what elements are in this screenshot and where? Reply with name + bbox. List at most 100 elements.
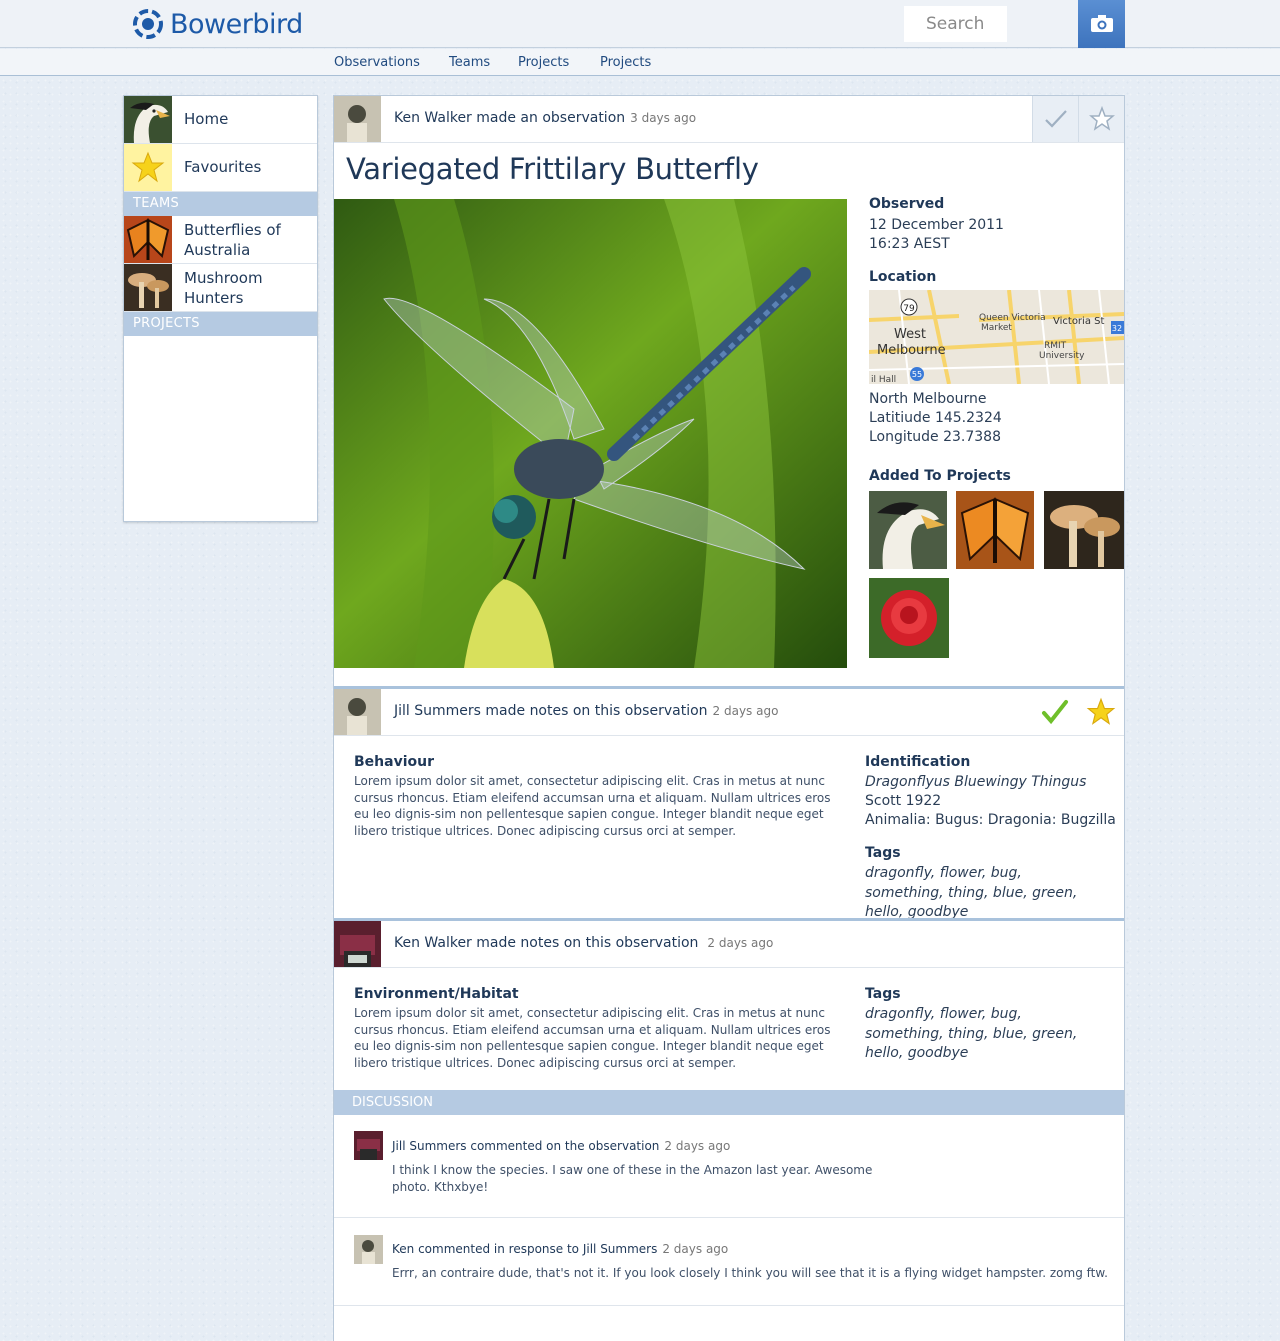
activity-author[interactable]: Ken Walker made an observation	[394, 110, 625, 126]
teams-header: TEAMS	[124, 192, 317, 216]
logo-text: Bowerbird	[170, 8, 303, 40]
observed-date: 12 December 2011	[869, 217, 1004, 233]
sub-nav: Observations Teams Projects Projects	[0, 49, 1280, 76]
star-icon[interactable]	[1086, 697, 1116, 727]
add-observation-button[interactable]	[1078, 0, 1125, 48]
timestamp: 2 days ago	[712, 704, 779, 718]
observation-title: Variegated Frittilary Butterfly	[346, 152, 759, 186]
discussion-header: DISCUSSION	[334, 1090, 1124, 1115]
map-label-west: West	[894, 327, 926, 342]
identification-taxonomy: Animalia: Bugus: Dragonia: Bugzilla	[865, 812, 1116, 828]
sidebar-item-team-butterflies[interactable]: Butterflies of Australia	[124, 216, 317, 264]
favourite-button[interactable]	[1078, 96, 1124, 142]
observation-card: Ken Walker made an observation 3 days ago…	[333, 95, 1125, 1341]
activity-text: Ken Walker made an observation 3 days ago	[394, 110, 696, 126]
comment: Ken commented in response to Jill Summer…	[334, 1218, 1124, 1306]
eagle-thumbnail	[124, 96, 172, 143]
note-activity-header: Jill Summers made notes on this observat…	[334, 689, 1124, 736]
map-route-55: 55	[912, 370, 922, 379]
butterfly-thumbnail	[124, 216, 172, 263]
comment-author: Ken commented in response to Jill Summer…	[392, 1242, 728, 1256]
added-to-projects-label: Added To Projects	[869, 468, 1011, 484]
sidebar-item-favourites[interactable]: Favourites	[124, 144, 317, 192]
activity-author[interactable]: Jill Summers made notes on this observat…	[394, 703, 708, 719]
observed-time: 16:23 AEST	[869, 236, 950, 252]
map-route-79: 79	[903, 304, 915, 314]
behaviour-text: Lorem ipsum dolor sit amet, consectetur …	[354, 774, 831, 838]
habitat-heading: Environment/Habitat	[354, 986, 519, 1002]
activity-author[interactable]: Ken Walker made notes on this observatio…	[394, 935, 698, 951]
observation-activity-header: Ken Walker made an observation 3 days ago	[334, 96, 1124, 143]
note-activity-header: Ken Walker made notes on this observatio…	[334, 921, 1124, 968]
project-thumbnail-mushroom[interactable]	[1044, 491, 1124, 569]
nav-projects[interactable]: Projects	[518, 55, 569, 70]
observation-photo[interactable]	[334, 199, 847, 668]
habitat-text: Lorem ipsum dolor sit amet, consectetur …	[354, 1006, 831, 1070]
identification-heading: Identification	[865, 754, 971, 770]
sidebar-item-label: Butterflies of Australia	[184, 221, 281, 259]
avatar[interactable]	[354, 1131, 383, 1160]
camera-icon	[1090, 15, 1113, 32]
location-label: Location	[869, 269, 937, 285]
top-bar: Bowerbird	[0, 0, 1280, 48]
comment-author-text[interactable]: Jill Summers commented on the observatio…	[392, 1139, 659, 1153]
sidebar-item-home[interactable]: Home	[124, 96, 317, 144]
sidebar-item-label: Favourites	[184, 158, 262, 176]
observed-label: Observed	[869, 196, 945, 212]
tags-heading: Tags	[865, 986, 901, 1002]
project-thumbnail-butterfly[interactable]	[956, 491, 1034, 569]
map-route-32: 32	[1112, 324, 1122, 333]
nav-observations[interactable]: Observations	[334, 55, 420, 70]
comment-text: Errr, an contraire dude, that's not it. …	[392, 1266, 1108, 1280]
tags-list[interactable]: dragonfly, flower, bug, something, thing…	[865, 864, 1095, 923]
comment: Jill Summers commented on the observatio…	[334, 1115, 1124, 1218]
nav-projects-2[interactable]: Projects	[600, 55, 651, 70]
map-label-market-2: Market	[981, 323, 1012, 333]
map-label-rmit: RMIT	[1044, 341, 1067, 351]
identification-name: Dragonflyus Bluewingy Thingus	[865, 774, 1087, 790]
location-map[interactable]: 79 West Melbourne Queen Victoria Market …	[869, 290, 1124, 384]
longitude: Longitude 23.7388	[869, 429, 1001, 445]
checkmark-icon	[1044, 110, 1067, 128]
tags-heading: Tags	[865, 845, 901, 861]
avatar[interactable]	[354, 1235, 383, 1264]
map-label-hall: il Hall	[871, 375, 896, 384]
sidebar-item-label: Home	[184, 110, 229, 128]
logo[interactable]: Bowerbird	[132, 8, 303, 40]
map-label-market: Queen Victoria	[979, 313, 1046, 323]
tags-list[interactable]: dragonfly, flower, bug, something, thing…	[865, 1005, 1095, 1064]
project-thumbnail-eagle[interactable]	[869, 491, 947, 569]
timestamp: 2 days ago	[664, 1139, 731, 1153]
projects-header: PROJECTS	[124, 312, 317, 336]
mushroom-thumbnail	[124, 264, 172, 311]
avatar[interactable]	[334, 921, 381, 967]
activity-text: Jill Summers made notes on this observat…	[394, 703, 778, 719]
timestamp: 2 days ago	[662, 1242, 729, 1256]
comment-text: I think I know the species. I saw one of…	[392, 1163, 873, 1194]
nav-teams[interactable]: Teams	[449, 55, 490, 70]
latitude: Latitiude 145.2324	[869, 410, 1002, 426]
timestamp: 2 days ago	[707, 936, 774, 950]
project-thumbnail-rose[interactable]	[869, 578, 949, 658]
sidebar-item-label: Mushroom Hunters	[184, 269, 263, 307]
sidebar: Home Favourites TEAMS Butterflies of Aus…	[123, 95, 318, 522]
favourites-thumbnail	[124, 144, 172, 191]
location-name: North Melbourne	[869, 391, 987, 407]
search-input[interactable]	[904, 6, 1007, 42]
avatar[interactable]	[334, 96, 381, 142]
map-label-university: University	[1039, 351, 1085, 361]
checkmark-icon[interactable]	[1041, 699, 1069, 725]
identification-author: Scott 1922	[865, 793, 942, 809]
star-icon	[131, 151, 165, 183]
map-label-melbourne: Melbourne	[877, 343, 946, 358]
behaviour-heading: Behaviour	[354, 754, 434, 770]
sidebar-item-team-mushroom[interactable]: Mushroom Hunters	[124, 264, 317, 312]
comment-author: Jill Summers commented on the observatio…	[392, 1139, 730, 1153]
identify-button[interactable]	[1032, 96, 1078, 142]
logo-icon	[133, 9, 163, 39]
timestamp: 3 days ago	[630, 111, 697, 125]
activity-text: Ken Walker made notes on this observatio…	[394, 935, 773, 951]
comment-author-text[interactable]: Ken commented in response to Jill Summer…	[392, 1242, 657, 1256]
star-icon	[1088, 106, 1115, 131]
avatar[interactable]	[334, 689, 381, 735]
